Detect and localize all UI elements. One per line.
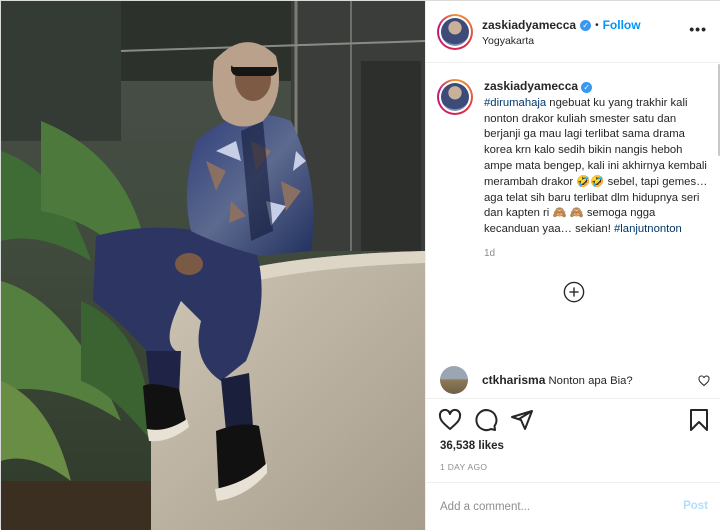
comments-section[interactable]: zaskiadyamecca ✓ #dirumahaja ngebuat ku … — [426, 64, 720, 397]
commenter-avatar[interactable] — [440, 366, 468, 394]
caption-timestamp[interactable]: 1d — [484, 248, 708, 259]
more-options-icon[interactable]: ••• — [689, 21, 707, 37]
author-username[interactable]: zaskiadyamecca — [482, 18, 576, 32]
hashtag-link[interactable]: #dirumahaja — [484, 97, 546, 109]
verified-badge-icon: ✓ — [580, 19, 592, 31]
separator-dot: • — [595, 19, 599, 31]
save-bookmark-icon[interactable] — [688, 408, 710, 432]
commenter-username[interactable]: ctkharisma — [482, 373, 545, 387]
author-avatar[interactable] — [437, 14, 473, 50]
share-icon[interactable] — [510, 408, 534, 432]
post-photo[interactable] — [1, 1, 425, 530]
post-details-panel: zaskiadyamecca ✓ • Follow Yogyakarta •••… — [425, 1, 720, 530]
caption-author[interactable]: zaskiadyamecca — [484, 79, 578, 93]
action-bar: 36,538 likes 1 DAY AGO — [426, 398, 720, 482]
caption: zaskiadyamecca ✓ #dirumahaja ngebuat ku … — [426, 64, 720, 259]
post-image — [1, 1, 425, 530]
post-modal: zaskiadyamecca ✓ • Follow Yogyakarta •••… — [0, 0, 720, 530]
comment-like-icon[interactable] — [698, 375, 710, 387]
follow-button[interactable]: Follow — [603, 18, 641, 32]
caption-text: zaskiadyamecca ✓ #dirumahaja ngebuat ku … — [484, 79, 708, 238]
hashtag-link-end[interactable]: #lanjutnonton — [614, 223, 682, 235]
comment-text: ctkharisma Nonton apa Bia? — [482, 373, 633, 387]
comment-body: Nonton apa Bia? — [548, 375, 633, 387]
like-heart-icon[interactable] — [438, 408, 462, 432]
caption-author-avatar[interactable] — [437, 79, 473, 115]
load-more-comments-icon[interactable] — [563, 281, 585, 303]
post-comment-button[interactable]: Post — [683, 500, 708, 512]
post-location[interactable]: Yogyakarta — [482, 35, 534, 47]
comment-icon[interactable] — [474, 408, 498, 432]
comment-row: ctkharisma Nonton apa Bia? — [440, 366, 710, 394]
post-header: zaskiadyamecca ✓ • Follow Yogyakarta ••• — [426, 1, 720, 63]
caption-body: ngebuat ku yang trakhir kali nonton drak… — [484, 96, 708, 236]
post-timestamp[interactable]: 1 DAY AGO — [440, 462, 487, 472]
caption-verified-badge-icon: ✓ — [581, 82, 593, 93]
add-comment-bar: Post — [426, 482, 720, 530]
likes-count[interactable]: 36,538 likes — [440, 440, 504, 452]
comment-input[interactable] — [440, 497, 660, 517]
